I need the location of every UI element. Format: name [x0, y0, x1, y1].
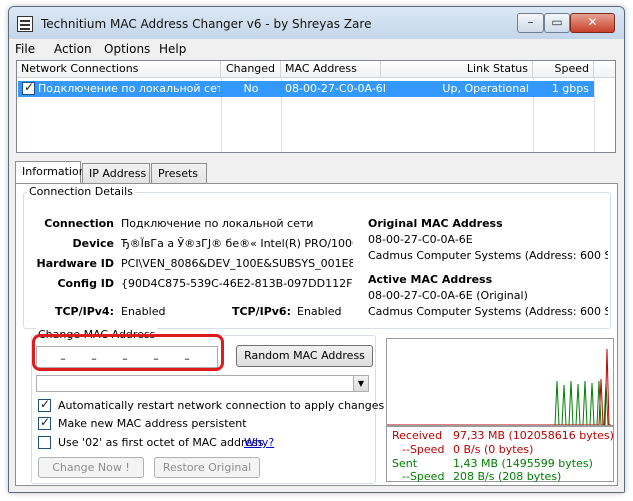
connection-value: Подключение по локальной сети: [121, 217, 314, 230]
received-value: 97,33 MB (102058616 bytes): [453, 429, 614, 442]
active-mac-value: 08-00-27-C0-0A-6E (Original): [368, 289, 528, 302]
column-mac-address[interactable]: MAC Address: [281, 61, 381, 78]
traffic-stats: Received 97,33 MB (102058616 bytes) --Sp…: [386, 426, 614, 483]
sent-speed-label: --Speed: [402, 470, 445, 483]
received-speed-label: --Speed: [402, 443, 445, 456]
traffic-graph-svg: [387, 348, 611, 426]
sent-value: 1,43 MB (1495599 bytes): [453, 457, 593, 470]
traffic-graph: [386, 338, 614, 426]
chevron-down-icon[interactable]: ▼: [353, 376, 368, 391]
change-now-button[interactable]: Change Now !: [38, 457, 144, 478]
row-changed: No: [243, 82, 259, 95]
highlight-box: [32, 334, 224, 371]
tab-presets[interactable]: Presets: [151, 163, 207, 183]
random-mac-button[interactable]: Random MAC Address: [236, 345, 373, 367]
tab-information[interactable]: Information: [15, 161, 86, 183]
window-title: Technitium MAC Address Changer v6 - by S…: [41, 17, 372, 31]
connection-details-title: Connection Details: [27, 185, 135, 198]
original-mac-value: 08-00-27-C0-0A-6E: [368, 233, 473, 246]
maximize-button[interactable]: ▭: [544, 13, 570, 33]
received-speed-value: 0 B/s (0 bytes): [453, 443, 534, 456]
menu-action[interactable]: Action: [54, 42, 92, 56]
close-button[interactable]: ✕: [570, 13, 615, 33]
active-mac-title: Active MAC Address: [368, 273, 493, 286]
menu-file[interactable]: File: [15, 42, 35, 56]
column-link-status[interactable]: Link Status: [381, 61, 533, 78]
client-area: File Action Options Help Network Connect…: [9, 39, 624, 492]
device-value: Ђ®ЇвГа а Ў®зГЈ® бе®« Intel(R) PRO/1000 M…: [121, 237, 353, 250]
connection-label: Connection: [44, 217, 114, 230]
persistent-label: Make new MAC address persistent: [58, 417, 247, 430]
tcp-ipv4-label: TCP/IPv4:: [54, 305, 114, 318]
use02-label: Use '02' as first octet of MAC address: [58, 436, 264, 449]
table-row[interactable]: Подключение по локальной сети No 08-00-2…: [18, 80, 594, 97]
title-bar[interactable]: Technitium MAC Address Changer v6 - by S…: [9, 7, 624, 39]
row-speed: 1 gbps: [551, 82, 589, 95]
original-mac-vendor: Cadmus Computer Systems (Address: 600 Su…: [368, 249, 608, 262]
tcp-ipv6-value: Enabled: [297, 305, 342, 318]
vendor-combobox[interactable]: ▼: [36, 375, 369, 392]
sent-label: Sent: [392, 457, 418, 470]
column-changed[interactable]: Changed: [221, 61, 281, 78]
use02-checkbox[interactable]: [38, 436, 51, 449]
menu-help[interactable]: Help: [159, 42, 186, 56]
config-id-value: {90D4C875-539C-46E2-813B-097DD112FF98}: [121, 277, 353, 290]
auto-restart-label: Automatically restart network connection…: [58, 399, 385, 412]
sent-speed-value: 208 B/s (208 bytes): [453, 470, 562, 483]
connections-list[interactable]: Network Connections Changed MAC Address …: [16, 60, 616, 153]
row-mac: 08-00-27-C0-0A-6E: [285, 82, 385, 95]
tcp-ipv4-value: Enabled: [121, 305, 166, 318]
menu-bar: File Action Options Help: [9, 39, 624, 59]
app-icon: [17, 16, 33, 32]
config-id-label: Config ID: [57, 277, 114, 290]
auto-restart-checkbox[interactable]: [38, 397, 51, 412]
tcp-ipv6-label: TCP/IPv6:: [231, 305, 291, 318]
minimize-icon: –: [527, 15, 534, 29]
hardware-id-value: PCI\VEN_8086&DEV_100E&SUBSYS_001E8086: [121, 257, 353, 270]
active-mac-vendor: Cadmus Computer Systems (Address: 600 Su…: [368, 305, 608, 318]
list-header: Network Connections Changed MAC Address …: [17, 61, 615, 78]
minimize-button[interactable]: –: [517, 13, 544, 33]
menu-options[interactable]: Options: [104, 42, 150, 56]
original-mac-title: Original MAC Address: [368, 217, 503, 230]
persistent-checkbox[interactable]: [38, 415, 51, 430]
app-window: Technitium MAC Address Changer v6 - by S…: [8, 6, 625, 493]
row-checkbox[interactable]: [22, 80, 35, 95]
tab-ip-address[interactable]: IP Address: [82, 163, 150, 183]
row-status: Up, Operational: [442, 82, 529, 95]
maximize-icon: ▭: [551, 15, 563, 29]
column-network-connections[interactable]: Network Connections: [17, 61, 221, 78]
why-link[interactable]: Why?: [244, 436, 274, 449]
hardware-id-label: Hardware ID: [36, 257, 114, 270]
close-icon: ✕: [587, 15, 598, 29]
restore-original-button[interactable]: Restore Original: [154, 457, 260, 478]
column-speed[interactable]: Speed: [533, 61, 594, 78]
received-label: Received: [392, 429, 443, 442]
information-panel: Connection Details Connection Подключени…: [15, 183, 618, 486]
device-label: Device: [72, 237, 114, 250]
row-connection-name: Подключение по локальной сети: [38, 82, 220, 95]
